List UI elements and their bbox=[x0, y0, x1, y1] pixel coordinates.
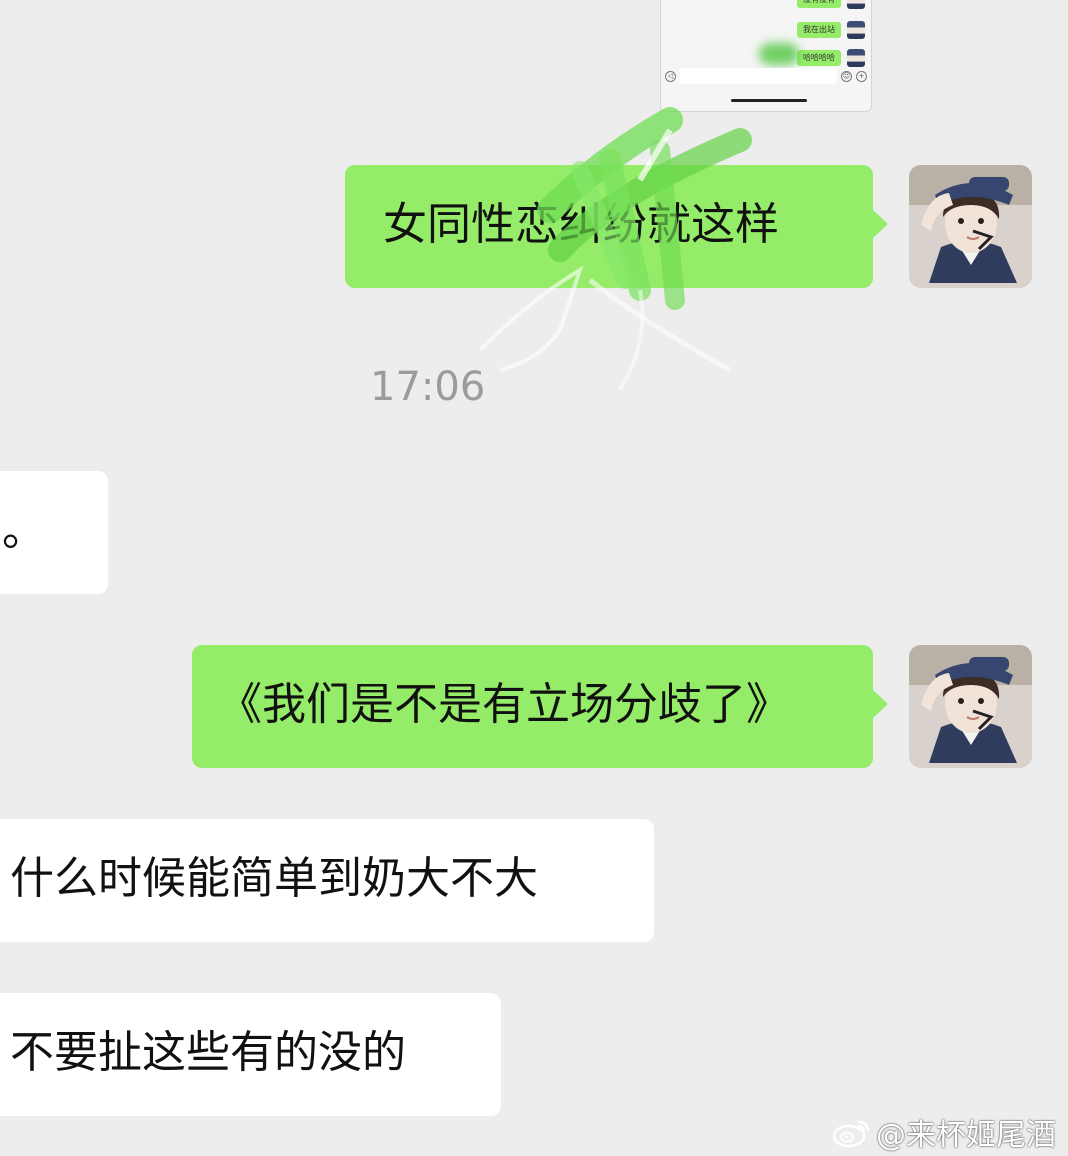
emoji-icon: ☺ bbox=[841, 70, 852, 82]
message-text: 。 bbox=[2, 505, 46, 556]
message-text: 女同性恋纠纷就这样 bbox=[383, 199, 779, 250]
avatar-image bbox=[909, 645, 1032, 768]
thumbnail-home-indicator bbox=[731, 99, 807, 102]
thumbnail-message: 哈哈哈哈 bbox=[797, 50, 841, 66]
thumbnail-message-row: 我在出站 bbox=[797, 21, 865, 39]
thumbnail-input-bar: ◁ ☺ + bbox=[665, 65, 867, 87]
avatar-image bbox=[909, 165, 1032, 288]
chat-bubble-received[interactable]: 什么时候能简单到奶大不大 bbox=[0, 819, 654, 942]
thumbnail-text-field bbox=[680, 68, 837, 84]
chat-bubble-received[interactable]: 不要扯这些有的没的 bbox=[0, 993, 501, 1116]
chat-bubble-received[interactable]: 。 bbox=[0, 471, 108, 594]
weibo-watermark: @来杯姬尾酒 bbox=[832, 1110, 1056, 1154]
user-avatar[interactable] bbox=[909, 645, 1032, 768]
user-avatar[interactable] bbox=[909, 165, 1032, 288]
thumbnail-avatar bbox=[847, 21, 865, 39]
message-timestamp: 17:06 bbox=[370, 364, 486, 410]
message-text: 什么时候能简单到奶大不大 bbox=[10, 853, 538, 904]
message-text: 不要扯这些有的没的 bbox=[10, 1027, 406, 1078]
thumbnail-message: 没有没有 bbox=[797, 0, 841, 8]
thumbnail-avatar bbox=[847, 0, 865, 9]
chat-bubble-sent[interactable]: 《我们是不是有立场分歧了》 bbox=[192, 645, 888, 768]
embedded-screenshot-thumbnail: 没有没有 我在出站 哈哈哈哈 ◁ ☺ + bbox=[660, 0, 872, 112]
thumbnail-redaction-blur bbox=[759, 43, 799, 65]
chat-bubble-sent[interactable]: 女同性恋纠纷就这样 bbox=[345, 165, 888, 288]
message-text: 《我们是不是有立场分歧了》 bbox=[218, 679, 790, 730]
weibo-logo-icon bbox=[832, 1120, 870, 1148]
voice-icon: ◁ bbox=[665, 70, 676, 82]
plus-icon: + bbox=[856, 70, 867, 82]
watermark-text: @来杯姬尾酒 bbox=[876, 1118, 1056, 1153]
thumbnail-message: 我在出站 bbox=[797, 22, 841, 38]
thumbnail-message-row: 没有没有 bbox=[797, 0, 865, 9]
